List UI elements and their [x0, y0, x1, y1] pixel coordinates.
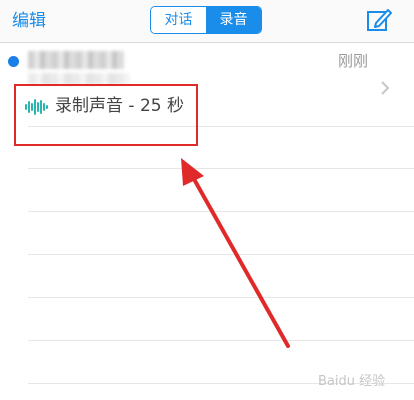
- tab-conversation[interactable]: 对话: [151, 7, 206, 33]
- list-separator: [28, 254, 414, 255]
- chevron-right-icon: [381, 81, 390, 95]
- watermark: Baidu 经验: [318, 374, 386, 389]
- segmented-control: 对话 录音: [150, 6, 262, 34]
- list-separator: [28, 168, 414, 169]
- annotation-highlight-box: [14, 84, 198, 146]
- unread-indicator: [8, 56, 19, 67]
- navigation-bar: 编辑 对话 录音: [0, 0, 414, 43]
- blurred-contact-name: [28, 51, 124, 69]
- timestamp: 刚刚: [338, 52, 369, 70]
- list-separator: [28, 297, 414, 298]
- tab-recordings[interactable]: 录音: [206, 7, 261, 33]
- list-separator: [28, 211, 414, 212]
- edit-button[interactable]: 编辑: [12, 10, 46, 32]
- list-separator: [28, 340, 414, 341]
- compose-icon[interactable]: [366, 7, 392, 33]
